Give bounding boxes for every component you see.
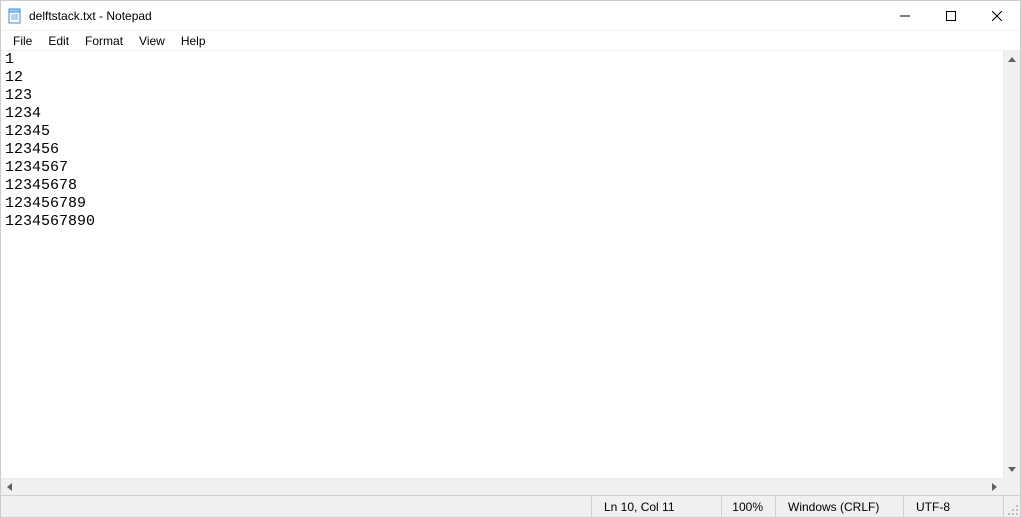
menu-file[interactable]: File	[5, 32, 40, 50]
close-button[interactable]	[974, 1, 1020, 30]
resize-grip[interactable]	[1003, 496, 1020, 517]
statusbar: Ln 10, Col 11 100% Windows (CRLF) UTF-8	[1, 495, 1020, 517]
menu-edit[interactable]: Edit	[40, 32, 77, 50]
window-controls	[882, 1, 1020, 30]
text-editor[interactable]: 1 12 123 1234 12345 123456 1234567 12345…	[1, 51, 1003, 478]
notepad-icon	[7, 8, 23, 24]
status-spacer	[1, 496, 591, 517]
minimize-button[interactable]	[882, 1, 928, 30]
scroll-left-button[interactable]	[1, 479, 18, 495]
window-title: delftstack.txt - Notepad	[29, 9, 882, 23]
vertical-scrollbar[interactable]	[1003, 51, 1020, 478]
menubar: File Edit Format View Help	[1, 31, 1020, 51]
menu-view[interactable]: View	[131, 32, 173, 50]
scroll-right-button[interactable]	[986, 479, 1003, 495]
scroll-up-button[interactable]	[1004, 51, 1020, 68]
vertical-scroll-track[interactable]	[1004, 68, 1020, 461]
maximize-button[interactable]	[928, 1, 974, 30]
scroll-down-button[interactable]	[1004, 461, 1020, 478]
menu-help[interactable]: Help	[173, 32, 214, 50]
content-area: 1 12 123 1234 12345 123456 1234567 12345…	[1, 51, 1020, 478]
horizontal-scrollbar[interactable]	[1, 478, 1020, 495]
status-zoom: 100%	[721, 496, 775, 517]
horizontal-scroll-track[interactable]	[18, 479, 986, 495]
status-cursor-position: Ln 10, Col 11	[591, 496, 721, 517]
status-encoding: UTF-8	[903, 496, 1003, 517]
status-line-ending: Windows (CRLF)	[775, 496, 903, 517]
titlebar: delftstack.txt - Notepad	[1, 1, 1020, 31]
scroll-corner	[1003, 479, 1020, 495]
menu-format[interactable]: Format	[77, 32, 131, 50]
